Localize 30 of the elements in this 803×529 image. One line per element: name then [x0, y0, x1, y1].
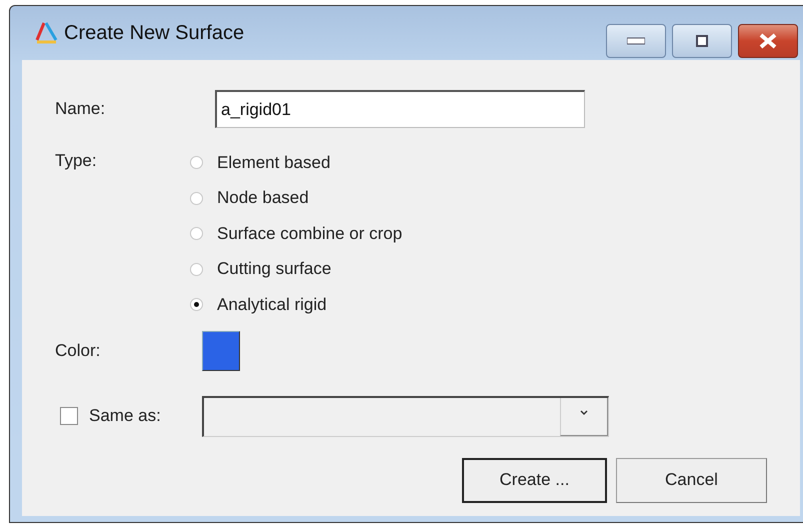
checkbox-label: Same as:: [89, 406, 162, 426]
field-label: Name:: [55, 99, 106, 119]
radio-button[interactable]: [190, 192, 203, 205]
radio-button[interactable]: [190, 227, 203, 240]
radio-button[interactable]: [190, 156, 203, 170]
radio-label: Surface combine or crop: [217, 224, 402, 244]
minimize-icon: [627, 37, 645, 45]
dropdown-field[interactable]: [202, 396, 609, 436]
maximize-icon: [696, 35, 708, 47]
color-swatch[interactable]: [202, 330, 240, 370]
close-button[interactable]: [738, 24, 798, 58]
radio-label: Cutting surface: [217, 259, 332, 280]
window-title: Create New Surface: [64, 22, 244, 44]
radio-button[interactable]: [190, 262, 203, 276]
radio-label: Analytical rigid: [217, 294, 327, 315]
triangle-logo-icon: [34, 20, 60, 46]
radio-label: Node based: [217, 188, 309, 208]
close-icon: [758, 33, 778, 49]
field-label: Type:: [55, 150, 98, 172]
checkbox[interactable]: [60, 407, 78, 425]
radio-button[interactable]: [190, 298, 203, 312]
field-label: Color:: [55, 340, 102, 360]
maximize-button[interactable]: [672, 24, 732, 58]
dropdown-button[interactable]: [560, 398, 608, 436]
minimize-button[interactable]: [606, 24, 666, 58]
caret-icon: [580, 410, 588, 414]
name-field[interactable]: a_rigid01: [215, 90, 585, 128]
cancel-button[interactable]: Cancel: [616, 458, 767, 502]
radio-label: Element based: [217, 152, 330, 173]
create-button[interactable]: Create ...: [462, 458, 607, 502]
